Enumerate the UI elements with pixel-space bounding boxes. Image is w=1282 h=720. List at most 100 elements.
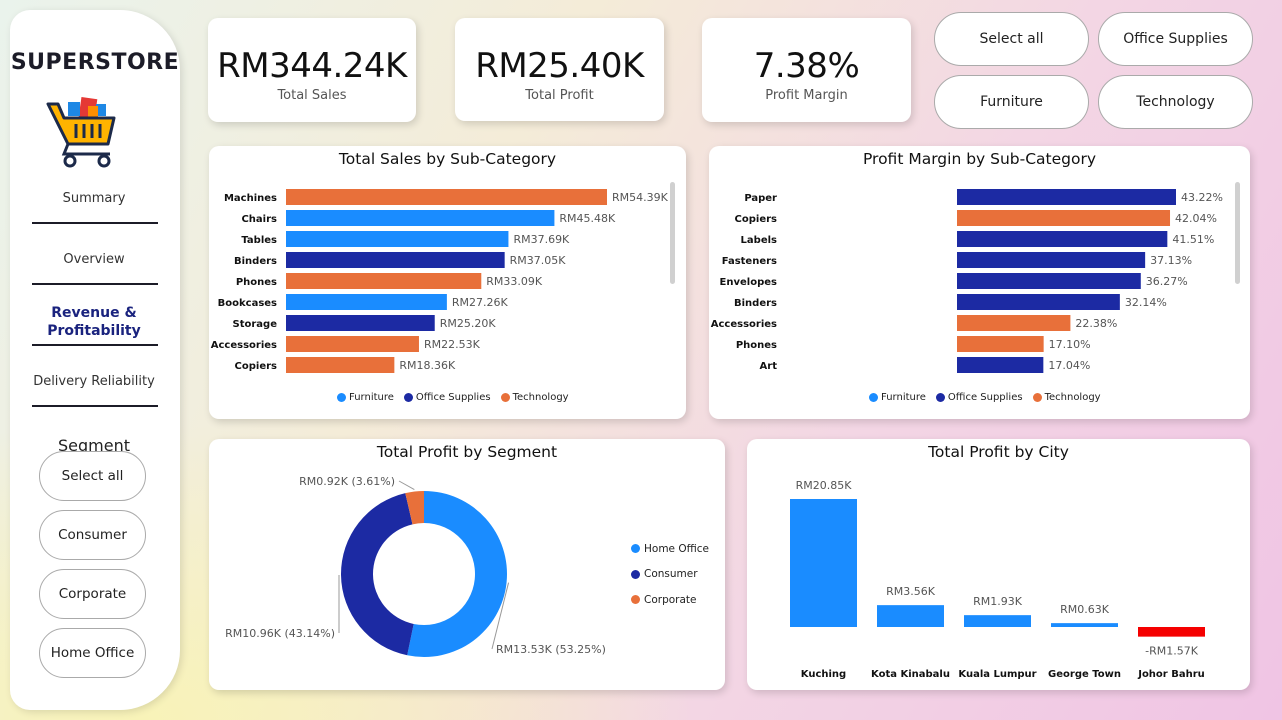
- category-label: Binders: [734, 298, 777, 309]
- bar-paper[interactable]: [957, 189, 1176, 205]
- legend-label: Office Supplies: [415, 392, 491, 403]
- category-furniture-button[interactable]: Furniture: [934, 75, 1089, 129]
- bar-labels[interactable]: [957, 231, 1168, 247]
- bar-art[interactable]: [957, 357, 1044, 373]
- legend-item-furniture[interactable]: Furniture: [869, 392, 926, 403]
- chart-legend: Furniture Office Supplies Technology: [337, 392, 575, 403]
- bar-storage[interactable]: [286, 315, 435, 331]
- bar-johor-bahru[interactable]: [1138, 627, 1205, 637]
- data-label: RM27.26K: [452, 296, 509, 309]
- nav-overview[interactable]: Overview: [30, 252, 158, 267]
- bar-phones[interactable]: [957, 336, 1044, 352]
- legend-label: Technology: [512, 392, 569, 403]
- chart-scrollbar[interactable]: [1235, 182, 1240, 284]
- data-label: RM20.85K: [796, 479, 853, 492]
- category-office-supplies-button[interactable]: Office Supplies: [1098, 12, 1253, 66]
- legend-label: Furniture: [349, 392, 394, 403]
- bar-tables[interactable]: [286, 231, 509, 247]
- nav-divider: [32, 283, 158, 285]
- bar-envelopes[interactable]: [957, 273, 1141, 289]
- bar-accessories[interactable]: [286, 336, 419, 352]
- legend-item-office-supplies[interactable]: Office Supplies: [935, 392, 1023, 403]
- category-label: Copiers: [735, 214, 778, 225]
- data-label: RM22.53K: [424, 338, 481, 351]
- bar-kuching[interactable]: [790, 499, 857, 627]
- category-label: Paper: [744, 193, 777, 204]
- category-label: Tables: [241, 235, 277, 246]
- legend-label: Technology: [1044, 392, 1101, 403]
- data-label: 37.13%: [1150, 254, 1192, 267]
- data-label: RM45.48K: [559, 212, 616, 225]
- legend-label: Office Supplies: [947, 392, 1023, 403]
- bar-kota-kinabalu[interactable]: [877, 605, 944, 627]
- bar-binders[interactable]: [286, 252, 505, 268]
- profit-by-segment-card: Total Profit by Segment RM13.53K (53.25%…: [209, 439, 725, 690]
- segment-corporate-button[interactable]: Corporate: [39, 569, 146, 619]
- bar-chairs[interactable]: [286, 210, 555, 226]
- nav-divider: [32, 405, 158, 407]
- bar-copiers[interactable]: [286, 357, 395, 373]
- segment-home-office-button[interactable]: Home Office: [39, 628, 146, 678]
- category-label: Phones: [236, 277, 277, 288]
- legend-item-home-office[interactable]: Home Office: [631, 536, 709, 562]
- category-label: Kota Kinabalu: [871, 669, 950, 680]
- category-label: Labels: [741, 235, 777, 246]
- data-label: RM54.39K: [612, 191, 669, 204]
- bar-binders[interactable]: [957, 294, 1120, 310]
- category-label: Chairs: [241, 214, 277, 225]
- profit-margin-by-subcategory-chart: Paper 43.22% Copiers 42.04% Labels 41.51% Fast…: [711, 189, 1223, 373]
- legend-item-consumer[interactable]: Consumer: [631, 562, 709, 588]
- legend-item-technology[interactable]: Technology: [500, 392, 569, 403]
- bar-bookcases[interactable]: [286, 294, 447, 310]
- nav-revenue-profitability[interactable]: Revenue & Profitability: [30, 304, 158, 340]
- segment-consumer-button[interactable]: Consumer: [39, 510, 146, 560]
- legend-dot-icon: [935, 393, 945, 402]
- legend-item-furniture[interactable]: Furniture: [337, 392, 394, 403]
- legend-item-technology[interactable]: Technology: [1032, 392, 1101, 403]
- bar-george-town[interactable]: [1051, 623, 1118, 627]
- chart-scrollbar[interactable]: [670, 182, 675, 284]
- data-label: 41.51%: [1172, 233, 1214, 246]
- brand-title: SUPERSTORE: [10, 50, 180, 75]
- kpi-total-sales: RM344.24K Total Sales: [208, 18, 416, 122]
- category-label: Accessories: [711, 319, 777, 330]
- data-label: 17.04%: [1048, 359, 1090, 372]
- legend-item-office-supplies[interactable]: Office Supplies: [403, 392, 491, 403]
- slice-consumer[interactable]: [341, 493, 414, 656]
- data-label: RM1.93K: [973, 595, 1023, 608]
- data-label: RM3.56K: [886, 585, 936, 598]
- bar-accessories[interactable]: [957, 315, 1071, 331]
- data-label: 36.27%: [1146, 275, 1188, 288]
- kpi-label: Total Profit: [525, 88, 594, 103]
- nav-summary[interactable]: Summary: [30, 191, 158, 206]
- kpi-label: Profit Margin: [765, 88, 848, 103]
- kpi-label: Total Sales: [277, 88, 347, 103]
- legend-dot-icon: [403, 393, 413, 402]
- bar-machines[interactable]: [286, 189, 607, 205]
- sales-by-subcategory-chart: Machines RM54.39K Chairs RM45.48K Tables RM37…: [211, 189, 669, 373]
- bar-copiers[interactable]: [957, 210, 1171, 226]
- category-select-all-button[interactable]: Select all: [934, 12, 1089, 66]
- nav-delivery-reliability[interactable]: Delivery Reliability: [30, 374, 158, 389]
- kpi-profit-margin: 7.38% Profit Margin: [702, 18, 911, 122]
- kpi-value: RM25.40K: [475, 46, 644, 86]
- category-label: Art: [760, 361, 778, 372]
- slice-label: RM10.96K (43.14%): [225, 627, 335, 640]
- bar-kuala-lumpur[interactable]: [964, 615, 1031, 627]
- data-label: RM25.20K: [440, 317, 497, 330]
- leader-line: [398, 480, 415, 490]
- category-label: Johor Bahru: [1137, 669, 1205, 680]
- chart-legend: Furniture Office Supplies Technology: [869, 392, 1107, 403]
- legend-label: Home Office: [644, 542, 709, 555]
- data-label: 17.10%: [1049, 338, 1091, 351]
- category-label: Storage: [233, 319, 278, 330]
- segment-select-all-button[interactable]: Select all: [39, 451, 146, 501]
- category-technology-button[interactable]: Technology: [1098, 75, 1253, 129]
- data-label: RM18.36K: [399, 359, 456, 372]
- legend-item-corporate[interactable]: Corporate: [631, 587, 709, 613]
- data-label: 32.14%: [1125, 296, 1167, 309]
- bar-fasteners[interactable]: [957, 252, 1146, 268]
- data-label: 42.04%: [1175, 212, 1217, 225]
- bar-phones[interactable]: [286, 273, 482, 289]
- profit-by-city-card: Total Profit by City RM20.85K Kuching RM3.…: [747, 439, 1250, 690]
